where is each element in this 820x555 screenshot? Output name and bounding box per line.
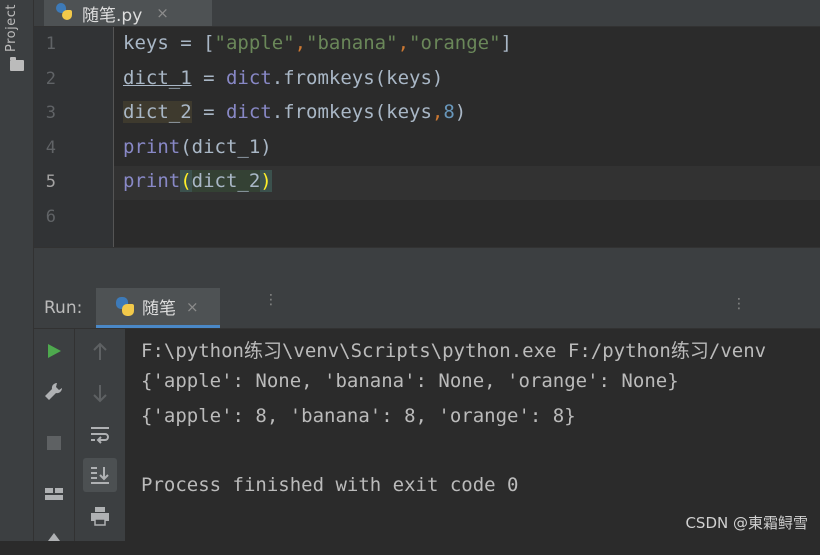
console-output[interactable]: F:\python练习\venv\Scripts\python.exe F:/p…	[126, 329, 820, 541]
python-file-icon	[54, 2, 76, 24]
editor-tab-active[interactable]: 随笔.py ×	[44, 0, 212, 26]
options-menu-icon[interactable]: ⋮	[732, 296, 746, 312]
code-line-4: print(dict_1)	[123, 136, 272, 158]
code-line-5: print(dict_2)	[123, 170, 272, 192]
code-token: =	[191, 101, 226, 123]
editor-tab-close-icon[interactable]: ×	[156, 4, 169, 22]
panel-splitter[interactable]	[34, 247, 820, 288]
run-toolbar-primary	[34, 329, 75, 541]
code-token: dict_2	[191, 170, 261, 192]
up-arrow-icon[interactable]	[83, 335, 117, 369]
code-token: )	[454, 101, 467, 123]
code-token: .fromkeys(keys)	[271, 67, 444, 89]
line-number: 5	[45, 172, 56, 192]
line-number: 2	[45, 69, 56, 89]
python-icon	[114, 296, 136, 318]
project-tool-strip: Project	[0, 0, 34, 541]
builtin-name: dict	[225, 101, 272, 123]
project-tool-button[interactable]: Project	[4, 4, 19, 52]
line-number: 6	[45, 207, 56, 227]
scroll-to-end-icon[interactable]	[83, 458, 117, 492]
console-line: Process finished with exit code 0	[141, 474, 519, 496]
run-tab-close-icon[interactable]: ×	[186, 298, 199, 316]
down-arrow-icon[interactable]	[83, 376, 117, 410]
line-number: 1	[45, 34, 56, 54]
number-literal: 8	[443, 101, 455, 123]
soft-wrap-icon[interactable]	[83, 417, 117, 451]
code-token: ,	[431, 101, 444, 123]
editor-tab-title: 随笔.py	[82, 5, 143, 26]
builtin-name: print	[123, 170, 181, 192]
code-token: ,	[397, 32, 410, 54]
code-editor[interactable]: 1 2 3 4 5 6 keys = ["apple","banana","or…	[34, 27, 820, 247]
run-toolbar-secondary	[75, 329, 125, 541]
code-token: ,	[294, 32, 307, 54]
stop-icon[interactable]	[37, 426, 71, 460]
builtin-name: dict	[225, 67, 272, 89]
code-token: =	[191, 67, 226, 89]
code-line-2: dict_1 = dict.fromkeys(keys)	[123, 67, 443, 89]
gutter-border	[113, 27, 114, 247]
variable-name: dict_1	[123, 67, 192, 89]
console-line: F:\python练习\venv\Scripts\python.exe F:/p…	[141, 340, 767, 362]
run-tool-window-header: Run: 随笔 × ⋮ ⋮	[34, 288, 820, 329]
variable-name: dict_2	[123, 101, 192, 123]
layout-icon[interactable]	[37, 477, 71, 511]
run-config-tab[interactable]: 随笔 ×	[96, 288, 220, 328]
pin-icon[interactable]	[37, 521, 71, 555]
folder-icon	[10, 57, 24, 71]
editor-tab-bar: 随笔.py ×	[34, 0, 820, 27]
run-icon[interactable]	[37, 334, 71, 368]
matched-paren: )	[260, 170, 272, 192]
wrench-icon[interactable]	[37, 375, 71, 409]
code-token: keys = [	[123, 32, 215, 54]
string-literal: "banana"	[306, 32, 398, 54]
string-literal: "apple"	[214, 32, 295, 54]
watermark: CSDN @東霜鲟雪	[685, 514, 808, 532]
line-number: 3	[45, 103, 56, 123]
code-line-1: keys = ["apple","banana","orange"]	[123, 32, 512, 54]
console-line: {'apple': 8, 'banana': 8, 'orange': 8}	[141, 405, 576, 427]
run-label: Run:	[44, 298, 83, 318]
code-token: .fromkeys(keys	[271, 101, 432, 123]
matched-paren: (	[180, 170, 192, 192]
run-tab-title: 随笔	[142, 299, 176, 319]
print-icon[interactable]	[83, 499, 117, 533]
code-token: (dict_1)	[180, 136, 272, 158]
string-literal: "orange"	[409, 32, 501, 54]
code-token: ]	[500, 32, 512, 54]
console-line: {'apple': None, 'banana': None, 'orange'…	[141, 370, 679, 392]
line-number: 4	[45, 138, 56, 158]
code-line-3: dict_2 = dict.fromkeys(keys,8)	[123, 101, 466, 123]
builtin-name: print	[123, 136, 181, 158]
drag-handle-icon[interactable]: ⋮	[264, 292, 278, 308]
